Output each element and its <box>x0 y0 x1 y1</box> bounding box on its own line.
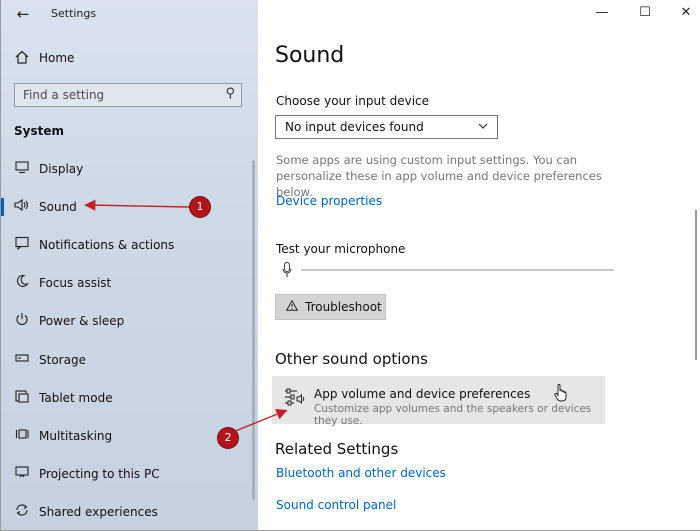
display-icon <box>13 160 31 178</box>
input-device-dropdown[interactable]: No input devices found <box>275 115 498 139</box>
sidebar-item-label: Power & sleep <box>39 314 125 328</box>
bluetooth-devices-link[interactable]: Bluetooth and other devices <box>276 466 446 480</box>
callout-badge-2: 2 <box>218 428 238 448</box>
titlebar-left: ← Settings <box>1 0 258 30</box>
sidebar-item-tablet-mode[interactable]: Tablet mode <box>1 383 258 413</box>
moon-icon <box>13 274 31 292</box>
microphone-level-meter <box>301 269 614 271</box>
sidebar-item-label: Home <box>39 51 75 65</box>
app-volume-preferences-tile[interactable]: App volume and device preferences Custom… <box>272 376 605 427</box>
chevron-down-icon <box>477 120 489 135</box>
sidebar-item-home[interactable]: Home <box>1 44 258 72</box>
related-settings-heading: Related Settings <box>275 440 399 458</box>
selection-indicator <box>1 198 4 216</box>
power-icon <box>13 312 31 330</box>
speaker-icon <box>13 198 31 216</box>
close-button[interactable]: ✕ <box>671 3 700 23</box>
page-title: Sound <box>275 43 345 68</box>
search-input[interactable] <box>15 84 223 106</box>
section-heading-system: System <box>14 124 64 138</box>
sidebar-item-label: Notifications & actions <box>39 238 175 252</box>
main-content: — ☐ ✕ Sound Choose your input device No … <box>258 0 700 530</box>
test-microphone-label: Test your microphone <box>276 242 406 256</box>
shared-experiences-icon <box>13 503 31 521</box>
hand-cursor-icon <box>554 384 568 402</box>
tablet-mode-icon <box>13 389 31 407</box>
sidebar-item-display[interactable]: Display <box>1 154 258 184</box>
device-properties-link[interactable]: Device properties <box>276 194 382 208</box>
input-device-label: Choose your input device <box>276 94 430 108</box>
sidebar-item-label: Sound <box>39 200 77 214</box>
app-volume-subtitle: Customize app volumes and the speakers o… <box>314 403 592 427</box>
sidebar-item-shared-experiences[interactable]: Shared experiences <box>1 497 258 527</box>
maximize-button[interactable]: ☐ <box>630 3 660 23</box>
sidebar-scrollbar[interactable] <box>252 160 255 500</box>
sidebar-item-notifications[interactable]: Notifications & actions <box>1 230 258 260</box>
troubleshoot-button[interactable]: Troubleshoot <box>275 294 386 320</box>
microphone-icon <box>282 261 292 278</box>
sidebar-item-label: Shared experiences <box>39 505 158 519</box>
minimize-button[interactable]: — <box>587 3 617 23</box>
sidebar-item-label: Focus assist <box>39 276 112 290</box>
callout-badge-1: 1 <box>190 197 210 217</box>
sidebar-item-sound[interactable]: Sound <box>1 192 258 222</box>
home-icon <box>13 49 31 67</box>
sidebar-item-label: Tablet mode <box>39 391 113 405</box>
sidebar-item-label: Storage <box>39 353 86 367</box>
sound-control-panel-link[interactable]: Sound control panel <box>276 498 396 512</box>
sidebar-item-storage[interactable]: Storage <box>1 345 258 375</box>
sidebar-item-label: Projecting to this PC <box>39 467 160 481</box>
search-box[interactable]: ⚲ <box>14 83 242 107</box>
equalizer-sliders-icon <box>284 387 305 407</box>
sidebar: ← Settings Home ⚲ System Display Sound <box>1 0 258 530</box>
search-icon[interactable]: ⚲ <box>225 86 235 101</box>
window-title: Settings <box>51 7 97 20</box>
settings-window: ← Settings Home ⚲ System Display Sound <box>0 0 700 531</box>
storage-icon <box>13 351 31 369</box>
sidebar-item-power-sleep[interactable]: Power & sleep <box>1 306 258 336</box>
dropdown-value: No input devices found <box>285 120 424 134</box>
app-volume-title: App volume and device preferences <box>314 387 531 401</box>
other-sound-options-heading: Other sound options <box>275 350 428 368</box>
sidebar-item-projecting[interactable]: Projecting to this PC <box>1 459 258 489</box>
sidebar-item-focus-assist[interactable]: Focus assist <box>1 268 258 298</box>
main-scrollbar[interactable] <box>695 210 697 360</box>
input-description: Some apps are using custom input setting… <box>276 153 602 199</box>
troubleshoot-label: Troubleshoot <box>305 300 382 314</box>
multitasking-icon <box>13 427 31 445</box>
warning-icon <box>285 299 299 314</box>
sidebar-item-label: Display <box>39 162 84 176</box>
sidebar-item-label: Multitasking <box>39 429 113 443</box>
back-arrow-icon[interactable]: ← <box>12 4 34 24</box>
notifications-icon <box>13 236 31 254</box>
projector-icon <box>13 465 31 483</box>
